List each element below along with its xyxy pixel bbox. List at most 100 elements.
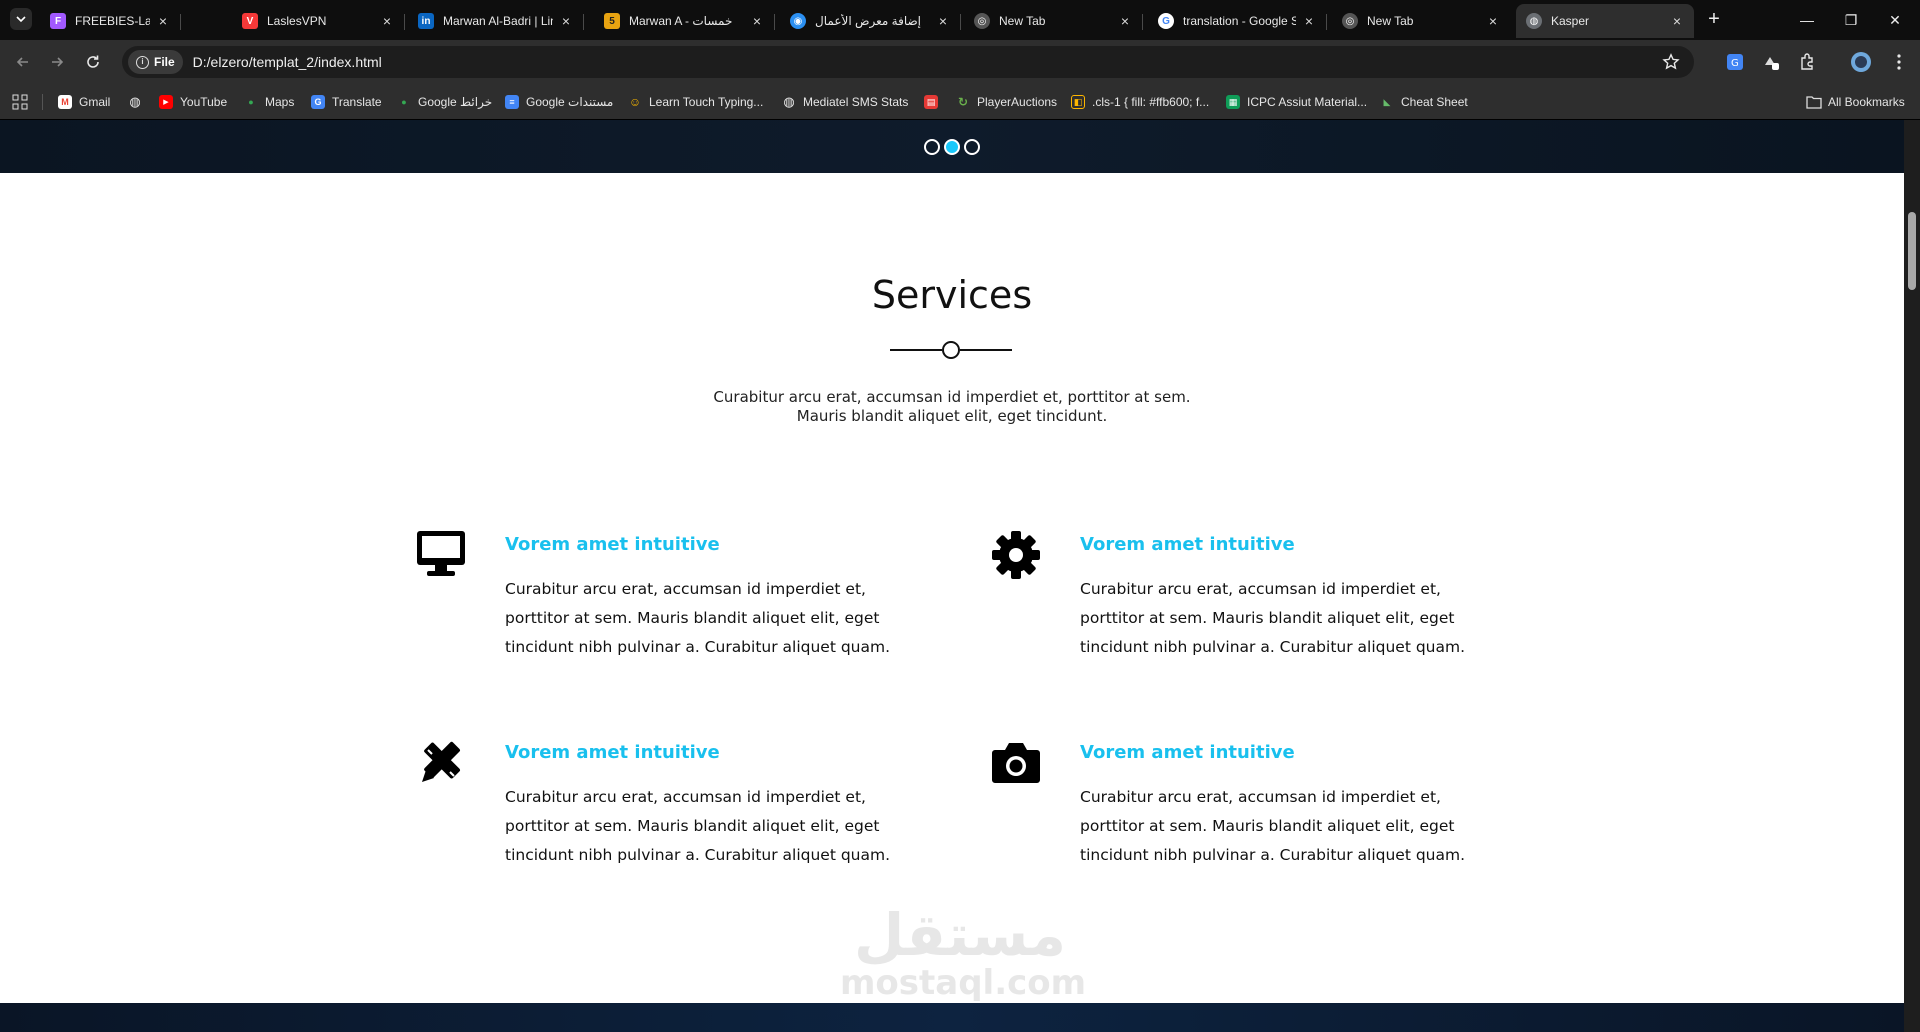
- globe-icon: ◍: [129, 94, 141, 109]
- bookmark-red[interactable]: ▤: [924, 93, 945, 111]
- bookmark-label: Maps: [265, 95, 295, 109]
- translate-extension-icon[interactable]: G: [1724, 51, 1746, 73]
- bookmark-typing[interactable]: ☺ Learn Touch Typing...: [628, 93, 763, 111]
- tab-title: New Tab: [999, 14, 1046, 28]
- close-icon[interactable]: ×: [1302, 14, 1316, 28]
- tab-5[interactable]: ◎ New Tab ×: [964, 4, 1143, 38]
- scrollbar-thumb[interactable]: [1908, 212, 1916, 290]
- menu-kebab-icon[interactable]: [1888, 51, 1910, 73]
- typing-icon: ☺: [628, 95, 642, 109]
- bookmark-google-maps-ar[interactable]: ● Google خرائط: [397, 93, 492, 111]
- service-text: Curabitur arcu erat, accumsan id imperdi…: [505, 580, 891, 656]
- forward-button[interactable]: [46, 51, 68, 73]
- bookmark-globe[interactable]: ◍: [128, 93, 149, 111]
- tab-6[interactable]: G translation - Google S ×: [1148, 4, 1327, 38]
- slider-bullet[interactable]: [924, 139, 940, 155]
- arrow-right-icon: [52, 57, 64, 67]
- gear-icon: [992, 531, 1040, 579]
- service-heading: Vorem amet intuitive: [505, 534, 720, 555]
- close-window-button[interactable]: ✕: [1885, 10, 1905, 30]
- close-icon[interactable]: ×: [750, 14, 764, 28]
- arrow-left-icon: [16, 57, 28, 67]
- bookmark-icpc[interactable]: ▦ ICPC Assiut Material...: [1226, 93, 1367, 111]
- bookmark-label: Mediatel SMS Stats: [803, 95, 909, 109]
- page-scrollbar[interactable]: [1904, 120, 1920, 1032]
- css-icon: ◧: [1071, 95, 1085, 109]
- maps-icon: ●: [248, 97, 254, 107]
- info-icon: i: [136, 55, 149, 69]
- reload-button[interactable]: [82, 51, 104, 73]
- camera-icon: [992, 743, 1040, 783]
- extension-icon[interactable]: [1760, 51, 1782, 73]
- cheatsheet-icon: ◣: [1383, 96, 1391, 107]
- close-icon[interactable]: ×: [1486, 14, 1500, 28]
- puzzle-extensions-icon[interactable]: [1796, 51, 1818, 73]
- bookmark-gmail[interactable]: M Gmail: [58, 93, 110, 111]
- tab-1[interactable]: V LaslesVPN ×: [232, 4, 405, 38]
- tab-search-button[interactable]: [10, 8, 32, 30]
- tab-4[interactable]: ◉ إضافة معرض الأعمال ×: [780, 4, 961, 38]
- close-icon[interactable]: ×: [1118, 14, 1132, 28]
- restore-button[interactable]: ❐: [1841, 10, 1861, 30]
- tab-2[interactable]: in Marwan Al-Badri | Lin ×: [408, 4, 584, 38]
- figma-icon: F: [50, 13, 66, 29]
- profile-avatar[interactable]: [1850, 51, 1872, 73]
- next-section-top: [0, 1003, 1904, 1032]
- close-icon[interactable]: ×: [1670, 14, 1684, 28]
- tab-title: New Tab: [1367, 14, 1414, 28]
- slider-bullet-active[interactable]: [944, 139, 960, 155]
- globe-icon: ◍: [1526, 13, 1542, 29]
- tab-0[interactable]: F FREEBIES-Landingpage ×: [40, 4, 181, 38]
- sheets-icon: ▦: [1226, 95, 1240, 109]
- tab-title: Marwan Al-Badri | Lin: [443, 14, 553, 28]
- folder-icon: [1806, 96, 1822, 109]
- bookmark-label: Cheat Sheet: [1401, 95, 1468, 109]
- youtube-icon: ▶: [159, 95, 173, 109]
- service-text: Curabitur arcu erat, accumsan id imperdi…: [1080, 788, 1466, 864]
- site-info-chip[interactable]: i File: [128, 50, 183, 74]
- tab-title: Marwan A - خمسات: [629, 14, 733, 28]
- chevron-down-icon: [16, 16, 26, 23]
- address-bar[interactable]: i File D:/elzero/templat_2/index.html: [122, 46, 1694, 78]
- title-divider: [890, 341, 1012, 359]
- all-bookmarks-button[interactable]: All Bookmarks: [1806, 93, 1905, 111]
- close-icon[interactable]: ×: [156, 14, 170, 28]
- close-icon[interactable]: ×: [559, 14, 573, 28]
- red-box-icon: ▤: [924, 95, 938, 109]
- apps-grid-icon[interactable]: [12, 94, 28, 110]
- tab-8-active[interactable]: ◍ Kasper ×: [1516, 4, 1694, 38]
- reload-icon: [87, 55, 99, 68]
- minimize-button[interactable]: —: [1797, 10, 1817, 30]
- bookmark-label: Translate: [332, 95, 382, 109]
- maps-icon: ●: [401, 97, 407, 107]
- close-icon[interactable]: ×: [936, 14, 950, 28]
- close-icon[interactable]: ×: [380, 14, 394, 28]
- service-heading: Vorem amet intuitive: [1080, 742, 1295, 763]
- google-icon: G: [1158, 13, 1174, 29]
- bookmark-youtube[interactable]: ▶ YouTube: [159, 93, 227, 111]
- tab-7[interactable]: ◎ New Tab ×: [1332, 4, 1510, 38]
- bookmark-google-docs-ar[interactable]: ≡ Google مستندات: [505, 93, 613, 111]
- tab-title: Kasper: [1551, 14, 1590, 28]
- service-heading: Vorem amet intuitive: [505, 742, 720, 763]
- tab-title: إضافة معرض الأعمال: [815, 14, 922, 28]
- description-line-2: Mauris blandit aliquet elit, eget tincid…: [796, 407, 1108, 425]
- watermark-latin: mostaql.com: [840, 963, 1087, 1003]
- slider-bullet[interactable]: [964, 139, 980, 155]
- bookmark-label: PlayerAuctions: [977, 95, 1058, 109]
- bookmarks-bar: M Gmail ◍ ▶ YouTube ● Maps G Translate ● Goog…: [0, 84, 1920, 120]
- mostaql-watermark: مستقل mostaql.com: [840, 900, 1087, 1010]
- page-viewport: Services Curabitur arcu erat, accumsan i…: [0, 120, 1904, 1032]
- all-bookmarks-label: All Bookmarks: [1828, 95, 1905, 109]
- bookmark-star-icon[interactable]: [1662, 53, 1680, 71]
- new-tab-button[interactable]: +: [1704, 9, 1724, 29]
- bookmark-maps[interactable]: ● Maps: [244, 93, 294, 111]
- back-button[interactable]: [12, 51, 34, 73]
- bookmark-mediatel[interactable]: ◍ Mediatel SMS Stats: [782, 93, 908, 111]
- tab-3[interactable]: 5 Marwan A - خمسات ×: [594, 4, 775, 38]
- bookmark-css[interactable]: ◧ .cls-1 { fill: #ffb600; f...: [1071, 93, 1209, 111]
- bookmark-playerauctions[interactable]: ↻ PlayerAuctions: [956, 93, 1057, 111]
- bookmark-translate[interactable]: G Translate: [311, 93, 382, 111]
- bookmark-cheatsheet[interactable]: ◣ Cheat Sheet: [1380, 93, 1468, 111]
- url-text: D:/elzero/templat_2/index.html: [192, 54, 382, 70]
